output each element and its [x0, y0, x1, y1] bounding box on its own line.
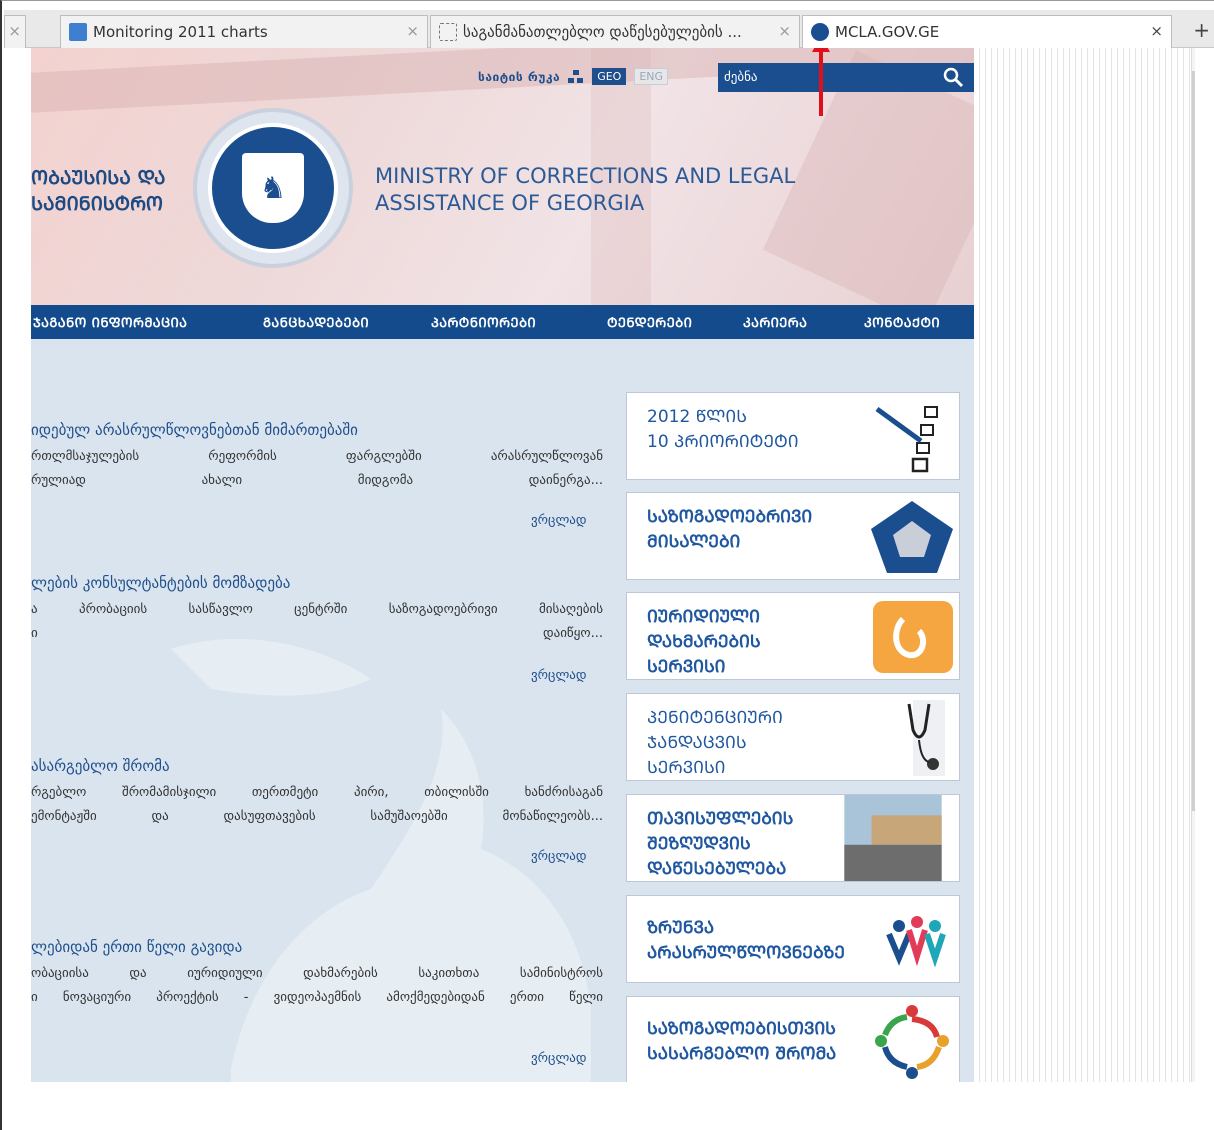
- banner-public-reception[interactable]: ᲡᲐᲖᲝᲒᲐᲓᲝᲔᲑᲠᲘᲕᲘ ᲛᲘᲡᲐᲚᲔᲑᲘ: [626, 492, 960, 580]
- legal-aid-icon: [873, 601, 953, 673]
- banner-title: ᲞᲔᲜᲘᲢᲔᲜᲪᲘᲣᲠᲘ ᲯᲐᲜᲓᲐᲪᲕᲘᲡ ᲡᲔᲠᲕᲘᲡᲘ: [647, 708, 783, 778]
- checklist-pen-icon: [875, 406, 938, 473]
- banner-title: ᲖᲠᲣᲜᲕᲐ ᲐᲠᲐᲡᲠᲣᲚᲬᲚᲝᲕᲜᲔᲑᲖᲔ: [647, 918, 845, 963]
- banner-community-service[interactable]: ᲡᲐᲖᲝᲒᲐᲓᲝᲔᲑᲘᲡᲗᲕᲘᲡ ᲡᲐᲡᲐᲠᲒᲔᲑᲚᲝ ᲨᲠᲝᲛᲐ: [626, 996, 960, 1082]
- read-more-link[interactable]: ვრცლად: [531, 513, 587, 528]
- building-icon: [844, 795, 942, 881]
- news-item: ლების კონსულტანტების მომზადება ა პრობაცი…: [31, 574, 603, 646]
- banner-title: 2012 ᲬᲚᲘᲡ 10 ᲞᲠᲘᲝᲠᲘᲢᲔᲢᲘ: [647, 407, 799, 452]
- banner-title: ᲡᲐᲖᲝᲒᲐᲓᲝᲔᲑᲘᲡᲗᲕᲘᲡ ᲡᲐᲡᲐᲠᲒᲔᲑᲚᲝ ᲨᲠᲝᲛᲐ: [647, 1019, 837, 1064]
- close-icon[interactable]: ×: [778, 22, 791, 40]
- lang-eng-button[interactable]: ENG: [634, 68, 669, 85]
- nav-item-contact[interactable]: ᲙᲝᲜᲢᲐᲥᲢᲘ: [864, 313, 940, 331]
- site-header: საიტის რუკა GEO ENG ᲝᲑᲐᲣᲡᲘᲡᲐ ᲓᲐ ᲡᲐᲛᲘᲜᲘᲡᲢ…: [31, 48, 974, 326]
- community-circle-icon: [875, 1005, 949, 1079]
- close-icon[interactable]: ×: [406, 22, 419, 40]
- nav-item-statements[interactable]: ᲒᲐᲜᲪᲮᲐᲓᲔᲑᲔᲑᲘ: [263, 313, 369, 331]
- web-page: საიტის რუკა GEO ENG ᲝᲑᲐᲣᲡᲘᲡᲐ ᲓᲐ ᲡᲐᲛᲘᲜᲘᲡᲢ…: [31, 48, 974, 1082]
- news-text: ობაციისა და იურიდიული დახმარების საკითხთ…: [31, 966, 603, 1005]
- nav-item-public-info[interactable]: ᲯᲐᲒᲐᲜᲝ ᲘᲜᲤᲝᲠᲛᲐᲪᲘᲐ: [33, 313, 187, 331]
- tab-label: საგანმანათლებლო დაწესებულების ...: [463, 23, 742, 41]
- banner-title: ᲡᲐᲖᲝᲒᲐᲓᲝᲔᲑᲠᲘᲕᲘ ᲛᲘᲡᲐᲚᲔᲑᲘ: [647, 507, 813, 552]
- tab-educational[interactable]: საგანმანათლებლო დაწესებულების ... ×: [430, 15, 800, 48]
- main-content: იდებულ არასრულწლოვნებთან მიმართებაში რთლ…: [31, 339, 974, 1082]
- ministry-title-english: MINISTRY OF CORRECTIONS AND LEGAL ASSIST…: [375, 164, 796, 215]
- stethoscope-icon: [907, 700, 945, 776]
- lion-shield-icon: ♞: [242, 153, 304, 223]
- lang-geo-button[interactable]: GEO: [592, 68, 627, 85]
- news-title[interactable]: ასარგებლო შრომა: [31, 757, 603, 775]
- document-icon: [69, 23, 87, 41]
- annotation-arrow-icon: [812, 48, 830, 116]
- new-tab-icon[interactable]: +: [1193, 18, 1210, 42]
- banner-legal-aid[interactable]: ᲘᲣᲠᲘᲓᲘᲣᲚᲘ ᲓᲐᲮᲛᲐᲠᲔᲑᲘᲡ ᲡᲔᲠᲕᲘᲡᲘ: [626, 592, 960, 680]
- news-item: ლებიდან ერთი წელი გავიდა ობაციისა და იურ…: [31, 938, 603, 1010]
- read-more-link[interactable]: ვრცლად: [531, 849, 587, 864]
- news-title[interactable]: ლების კონსულტანტების მომზადება: [31, 574, 603, 592]
- news-item: იდებულ არასრულწლოვნებთან მიმართებაში რთლ…: [31, 421, 603, 493]
- tab-previous[interactable]: ×: [4, 15, 26, 48]
- top-navigation: საიტის რუკა GEO ENG: [478, 68, 669, 85]
- news-text: რგებლო შრომამისჯილი თერთმეტი პირი, თბილი…: [31, 785, 603, 824]
- search-box: [718, 63, 974, 92]
- empty-browser-area: [974, 48, 1195, 1082]
- news-item: ასარგებლო შრომა რგებლო შრომამისჯილი თერთ…: [31, 757, 603, 829]
- ministry-title-georgian: ᲝᲑᲐᲣᲡᲘᲡᲐ ᲓᲐ ᲡᲐᲛᲘᲜᲘᲡᲢᲠᲝ: [31, 167, 166, 215]
- sitemap-link[interactable]: საიტის რუკა: [478, 70, 560, 84]
- banner-juvenile-care[interactable]: ᲖᲠᲣᲜᲕᲐ ᲐᲠᲐᲡᲠᲣᲚᲬᲚᲝᲕᲜᲔᲑᲖᲔ: [626, 895, 960, 983]
- tab-mcla[interactable]: MCLA.GOV.GE ×: [802, 15, 1172, 48]
- blank-page-icon: [439, 23, 457, 41]
- news-text: ა პრობაციის სასწავლო ცენტრში საზოგადოებრ…: [31, 602, 603, 641]
- banner-detention-facilities[interactable]: ᲗᲐᲕᲘᲡᲣᲤᲚᲔᲑᲘᲡ ᲨᲔᲖᲦᲣᲓᲕᲘᲡ ᲓᲐᲬᲔᲡᲔᲑᲣᲚᲔᲑᲐ: [626, 794, 960, 882]
- children-icon: [886, 916, 946, 968]
- tab-label: Monitoring 2011 charts: [93, 23, 268, 41]
- news-title[interactable]: ლებიდან ერთი წელი გავიდა: [31, 938, 603, 956]
- site-favicon-icon: [811, 23, 829, 41]
- sitemap-icon[interactable]: [568, 69, 584, 84]
- tab-monitoring[interactable]: Monitoring 2011 charts ×: [60, 15, 428, 48]
- read-more-link[interactable]: ვრცლად: [531, 1051, 587, 1066]
- search-icon[interactable]: [942, 66, 964, 88]
- pentagon-icon: [871, 501, 953, 573]
- close-icon[interactable]: ×: [8, 22, 21, 40]
- browser-window: × Monitoring 2011 charts × საგანმანათლებ…: [0, 0, 1214, 1130]
- nav-item-partners[interactable]: ᲞᲐᲠᲢᲜᲘᲝᲠᲔᲑᲘ: [431, 313, 536, 331]
- read-more-link[interactable]: ვრცლად: [531, 668, 587, 683]
- banner-title: ᲗᲐᲕᲘᲡᲣᲤᲚᲔᲑᲘᲡ ᲨᲔᲖᲦᲣᲓᲕᲘᲡ ᲓᲐᲬᲔᲡᲔᲑᲣᲚᲔᲑᲐ: [647, 809, 794, 879]
- nav-item-tenders[interactable]: ᲢᲔᲜᲓᲔᲠᲔᲑᲘ: [607, 313, 692, 331]
- nav-item-career[interactable]: ᲙᲐᲠᲘᲔᲠᲐ: [743, 313, 807, 331]
- news-title[interactable]: იდებულ არასრულწლოვნებთან მიმართებაში: [31, 421, 603, 439]
- ministry-logo[interactable]: ♞: [193, 108, 353, 268]
- scrollbar-thumb[interactable]: [1192, 71, 1195, 811]
- banner-title: ᲘᲣᲠᲘᲓᲘᲣᲚᲘ ᲓᲐᲮᲛᲐᲠᲔᲑᲘᲡ ᲡᲔᲠᲕᲘᲡᲘ: [647, 607, 761, 677]
- tab-bar: × Monitoring 2011 charts × საგანმანათლებ…: [4, 10, 1214, 48]
- news-text: რთლმსაჯულების რეფორმის ფარგლებში არასრულ…: [31, 449, 603, 488]
- tab-label: MCLA.GOV.GE: [835, 23, 940, 41]
- close-icon[interactable]: ×: [1150, 22, 1163, 40]
- banner-penitentiary-health[interactable]: ᲞᲔᲜᲘᲢᲔᲜᲪᲘᲣᲠᲘ ᲯᲐᲜᲓᲐᲪᲕᲘᲡ ᲡᲔᲠᲕᲘᲡᲘ: [626, 693, 960, 781]
- banner-2012-priorities[interactable]: 2012 ᲬᲚᲘᲡ 10 ᲞᲠᲘᲝᲠᲘᲢᲔᲢᲘ: [626, 392, 960, 480]
- main-navigation: ᲯᲐᲒᲐᲜᲝ ᲘᲜᲤᲝᲠᲛᲐᲪᲘᲐ ᲒᲐᲜᲪᲮᲐᲓᲔᲑᲔᲑᲘ ᲞᲐᲠᲢᲜᲘᲝᲠᲔ…: [31, 305, 974, 339]
